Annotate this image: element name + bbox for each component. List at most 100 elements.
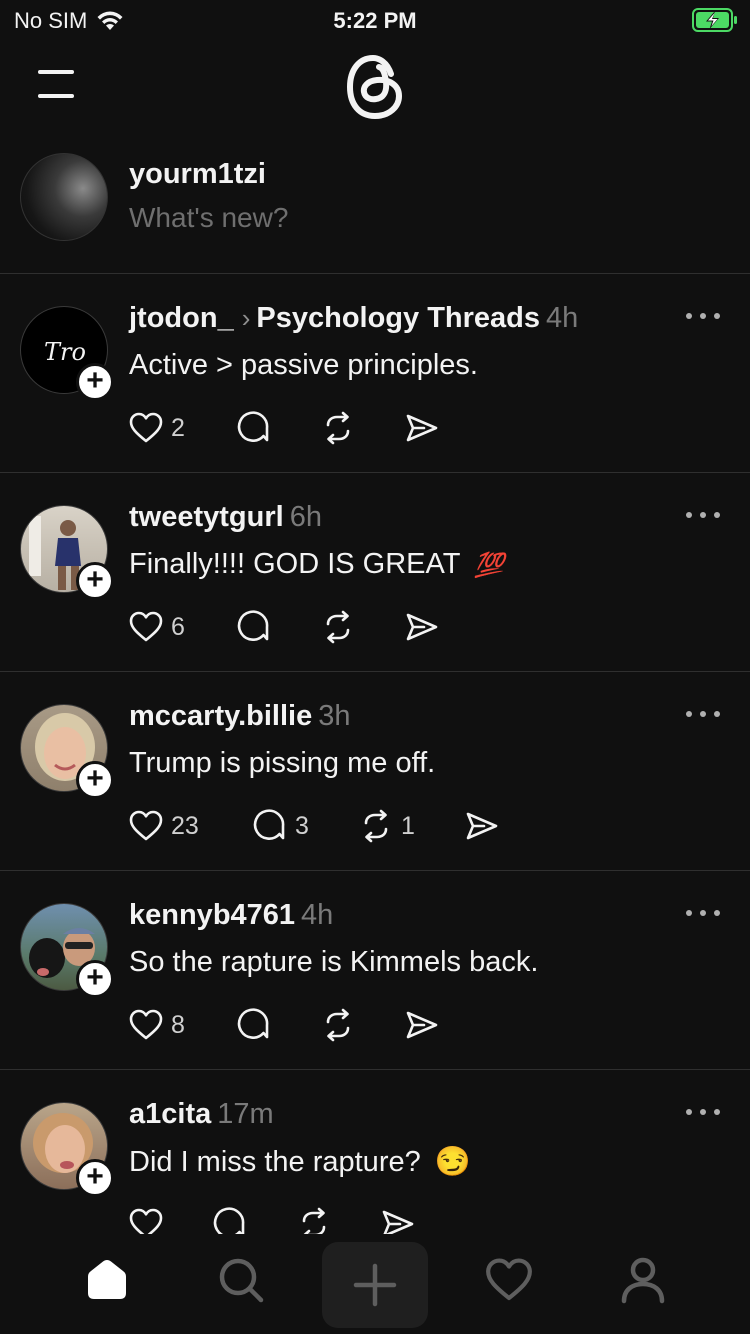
post-username[interactable]: jtodon_ (129, 302, 234, 334)
post-username[interactable]: kennyb4761 (129, 899, 295, 931)
post-time: 6h (289, 501, 322, 533)
follow-button[interactable]: + (76, 960, 114, 998)
post-actions: 8 (128, 1005, 440, 1045)
reply-count: 3 (295, 811, 309, 840)
reply-button[interactable] (236, 609, 320, 645)
battery-charging-icon (692, 8, 737, 32)
post-text-body: Did I miss the rapture? (129, 1146, 421, 1178)
heart-icon (486, 1258, 532, 1301)
send-icon (406, 613, 438, 641)
feed: Tro + jtodon_ › Psychology Threads 4h Activ… (0, 274, 750, 1269)
post-header: mccarty.billie 3h (129, 700, 350, 733)
comment-bubble-icon (237, 1008, 269, 1039)
repost-button[interactable] (320, 410, 404, 446)
top-nav (0, 42, 750, 132)
post-text: Trump is pissing me off. (129, 747, 436, 779)
avatar[interactable] (20, 153, 108, 241)
like-count: 8 (171, 1010, 185, 1039)
post-time: 3h (318, 700, 351, 732)
plus-icon (353, 1263, 397, 1307)
create-thread-button[interactable] (322, 1242, 428, 1328)
whats-new-input[interactable]: What's new? (129, 202, 288, 234)
tab-profile[interactable] (613, 1250, 673, 1310)
comment-bubble-icon (253, 809, 285, 840)
reply-button[interactable] (236, 410, 320, 446)
profile-icon (621, 1257, 665, 1304)
send-icon (406, 1011, 438, 1039)
post-username[interactable]: a1cita (129, 1098, 211, 1130)
repost-icon (326, 1008, 350, 1042)
hundred-emoji: 💯 (473, 552, 504, 579)
thread-post[interactable]: + kennyb4761 4h So the rapture is Kimmels… (0, 871, 750, 1070)
post-time: 4h (546, 302, 579, 334)
send-icon (466, 812, 498, 840)
more-dots-icon[interactable] (686, 704, 720, 724)
comment-bubble-icon (237, 411, 269, 442)
like-button[interactable]: 23 (128, 808, 252, 844)
like-count: 6 (171, 612, 185, 641)
repost-count: 1 (401, 811, 415, 840)
thread-post[interactable]: + mccarty.billie 3h Trump is pissing me o… (0, 672, 750, 871)
send-icon (406, 414, 438, 442)
post-actions: 2 (128, 408, 440, 448)
post-time: 4h (301, 899, 334, 931)
comment-bubble-icon (237, 610, 269, 641)
thread-post[interactable]: Tro + jtodon_ › Psychology Threads 4h Activ… (0, 274, 750, 473)
post-text: Active > passive principles. (129, 349, 478, 381)
more-dots-icon[interactable] (686, 1102, 720, 1122)
new-thread-composer[interactable]: yourm1tzi What's new? (0, 150, 750, 274)
post-text-body: Finally!!!! GOD IS GREAT (129, 548, 460, 580)
search-icon (219, 1258, 264, 1303)
heart-icon (129, 1009, 163, 1040)
post-username[interactable]: tweetytgurl (129, 501, 284, 533)
repost-button[interactable] (320, 1007, 404, 1043)
composer-username: yourm1tzi (129, 158, 266, 190)
post-username[interactable]: mccarty.billie (129, 700, 312, 732)
post-header: tweetytgurl 6h (129, 501, 322, 534)
share-button[interactable] (464, 808, 500, 844)
threads-logo-icon[interactable] (343, 52, 407, 122)
repost-icon (364, 809, 388, 843)
more-dots-icon[interactable] (686, 903, 720, 923)
tab-activity[interactable] (479, 1250, 539, 1310)
share-button[interactable] (404, 609, 440, 645)
more-dots-icon[interactable] (686, 505, 720, 525)
like-button[interactable]: 6 (128, 609, 236, 645)
heart-icon (129, 611, 163, 642)
status-bar: No SIM 5:22 PM (0, 0, 750, 42)
follow-button[interactable]: + (76, 761, 114, 799)
like-button[interactable]: 2 (128, 410, 236, 446)
like-count: 23 (171, 811, 199, 840)
home-icon (88, 1260, 126, 1299)
like-count: 2 (171, 413, 185, 442)
thread-post[interactable]: + tweetytgurl 6h Finally!!!! GOD IS GREAT… (0, 473, 750, 672)
follow-button[interactable]: + (76, 1159, 114, 1197)
reply-button[interactable] (236, 1007, 320, 1043)
reply-button[interactable]: 3 (252, 808, 358, 844)
share-button[interactable] (404, 410, 440, 446)
community-name[interactable]: Psychology Threads (256, 302, 540, 334)
post-text: Finally!!!! GOD IS GREAT 💯 (129, 548, 504, 581)
chevron-right-icon: › (241, 303, 251, 333)
status-time: 5:22 PM (333, 8, 417, 33)
repost-button[interactable] (320, 609, 404, 645)
repost-button[interactable]: 1 (358, 808, 464, 844)
hamburger-icon[interactable] (38, 68, 74, 100)
heart-icon (129, 810, 163, 841)
post-header: a1cita 17m (129, 1098, 274, 1131)
svg-text:Tro: Tro (44, 338, 86, 366)
smirk-emoji: 😏 (434, 1146, 471, 1178)
like-button[interactable]: 8 (128, 1007, 236, 1043)
post-time: 17m (217, 1098, 274, 1130)
bottom-tab-bar (0, 1234, 750, 1334)
follow-button[interactable]: + (76, 363, 114, 401)
post-actions: 6 (128, 607, 440, 647)
post-text: So the rapture is Kimmels back. (129, 946, 539, 978)
post-header: kennyb4761 4h (129, 899, 333, 932)
more-dots-icon[interactable] (686, 306, 720, 326)
share-button[interactable] (404, 1007, 440, 1043)
tab-search[interactable] (211, 1250, 271, 1310)
post-text: Did I miss the rapture? 😏 (129, 1145, 471, 1179)
follow-button[interactable]: + (76, 562, 114, 600)
tab-home[interactable] (77, 1250, 137, 1310)
